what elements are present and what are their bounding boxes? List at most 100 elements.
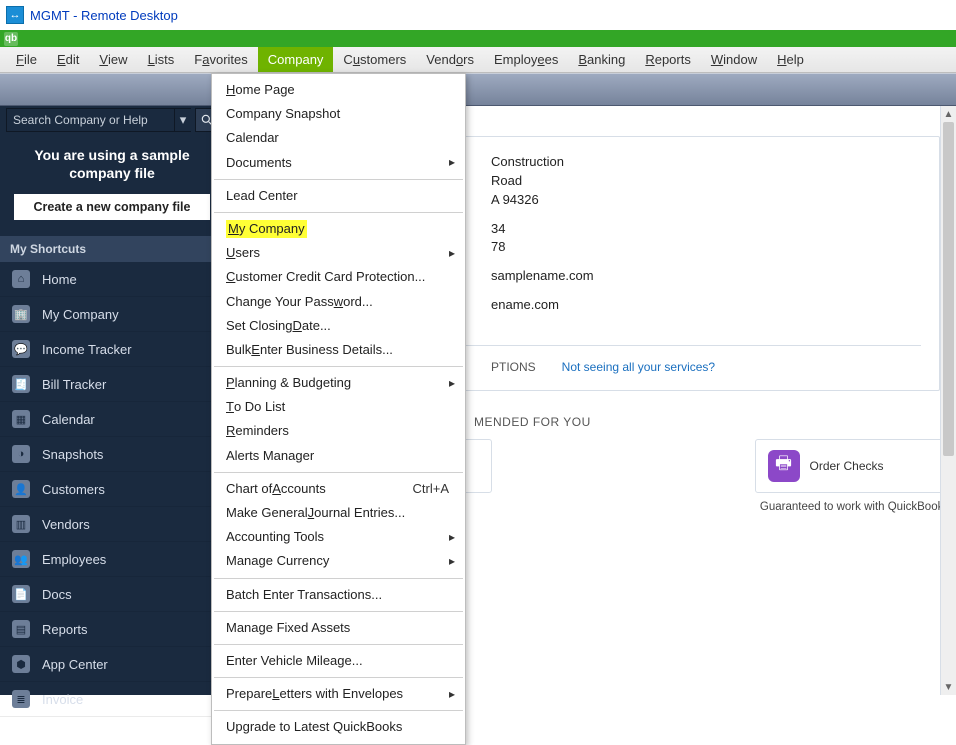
- green-app-bar: qb: [0, 30, 956, 47]
- company-line: 34: [491, 220, 921, 239]
- scroll-down-arrow[interactable]: ▼: [941, 679, 956, 695]
- menu-item-lead-center[interactable]: Lead Center: [212, 184, 465, 208]
- menu-help[interactable]: Help: [767, 47, 814, 72]
- sidebar-item-income-tracker[interactable]: 💬Income Tracker: [0, 332, 224, 367]
- services-link[interactable]: Not seeing all your services?: [562, 360, 715, 374]
- menu-favorites[interactable]: Favorites: [184, 47, 257, 72]
- menu-lists[interactable]: Lists: [138, 47, 185, 72]
- scroll-thumb[interactable]: [943, 122, 954, 456]
- company-line: samplename.com: [491, 267, 921, 286]
- sidebar-item-bill-tracker[interactable]: 🧾Bill Tracker: [0, 367, 224, 402]
- menu-separator: [214, 472, 463, 473]
- window-titlebar: ↔ MGMT - Remote Desktop: [0, 0, 956, 30]
- menu-item-calendar[interactable]: Calendar: [212, 126, 465, 150]
- sidebar-item-docs[interactable]: 📄Docs: [0, 577, 224, 612]
- menu-separator: [214, 212, 463, 213]
- sidebar-item-label: Docs: [42, 587, 72, 602]
- sidebar-item-employees[interactable]: 👥Employees: [0, 542, 224, 577]
- company-line: Construction: [491, 153, 921, 172]
- menu-item-change-your-password[interactable]: Change Your Password...: [212, 290, 465, 314]
- app-icon: ↔: [6, 6, 24, 24]
- recommended-title: MENDED FOR YOU: [474, 415, 956, 429]
- company-line: ename.com: [491, 296, 921, 315]
- company-line: Road: [491, 172, 921, 191]
- sidebar-item-vendors[interactable]: ▥Vendors: [0, 507, 224, 542]
- create-company-button[interactable]: Create a new company file: [14, 194, 210, 220]
- menu-item-set-closing-date[interactable]: Set Closing Date...: [212, 314, 465, 338]
- vertical-scrollbar[interactable]: ▲ ▼: [940, 106, 956, 695]
- services-options-text: PTIONS: [491, 360, 536, 374]
- sidebar-item-label: Calendar: [42, 412, 95, 427]
- menu-item-enter-vehicle-mileage[interactable]: Enter Vehicle Mileage...: [212, 649, 465, 673]
- sidebar-item-label: Snapshots: [42, 447, 103, 462]
- company-icon: 🏢: [12, 305, 30, 323]
- menu-separator: [214, 366, 463, 367]
- search-dropdown-toggle[interactable]: ▾: [175, 108, 191, 132]
- menu-item-batch-enter-transactions[interactable]: Batch Enter Transactions...: [212, 583, 465, 607]
- company-menu-dropdown: Home PageCompany SnapshotCalendarDocumen…: [211, 73, 466, 745]
- sidebar-item-app-center[interactable]: ⬢ App Center: [0, 647, 224, 682]
- sidebar-item-label: App Center: [42, 657, 108, 672]
- sidebar-nav: ⌂Home 🏢 My Company 💬Income Tracker🧾Bill Tra…: [0, 262, 224, 717]
- menu-edit[interactable]: Edit: [47, 47, 89, 72]
- menu-item-bulk-enter-business-details[interactable]: Bulk Enter Business Details...: [212, 338, 465, 362]
- menu-item-planning-budgeting[interactable]: Planning & Budgeting: [212, 371, 465, 395]
- sidebar-item-calendar[interactable]: ▦Calendar: [0, 402, 224, 437]
- menu-reports[interactable]: Reports: [635, 47, 701, 72]
- sidebar-item-label: My Company: [42, 307, 119, 322]
- menu-file[interactable]: File: [6, 47, 47, 72]
- reco-card-subtext: Guaranteed to work with QuickBooks: [760, 501, 949, 513]
- menu-item-home-page[interactable]: Home Page: [212, 78, 465, 102]
- menu-employees[interactable]: Employees: [484, 47, 568, 72]
- menu-item-upgrade-to-latest-quickbooks[interactable]: Upgrade to Latest QuickBooks: [212, 715, 465, 739]
- menu-shortcut: Ctrl+A: [413, 480, 449, 498]
- menu-item-my-company[interactable]: My Company: [212, 217, 465, 241]
- sidebar-item-label: Invoice: [42, 692, 83, 707]
- menu-view[interactable]: View: [89, 47, 137, 72]
- scroll-up-arrow[interactable]: ▲: [941, 106, 956, 122]
- reco-card-label: Order Checks: [810, 459, 884, 473]
- menu-item-company-snapshot[interactable]: Company Snapshot: [212, 102, 465, 126]
- menu-separator: [214, 578, 463, 579]
- menu-item-prepare-letters-with-envelopes[interactable]: Prepare Letters with Envelopes: [212, 682, 465, 706]
- menubar: FileEditViewListsFavoritesCompanyCustome…: [0, 47, 956, 73]
- menu-separator: [214, 710, 463, 711]
- menu-window[interactable]: Window: [701, 47, 767, 72]
- qb-logo-icon: qb: [4, 32, 18, 46]
- menu-separator: [214, 644, 463, 645]
- menu-item-reminders[interactable]: Reminders: [212, 419, 465, 443]
- menu-item-to-do-list[interactable]: To Do List: [212, 395, 465, 419]
- menu-vendors[interactable]: Vendors: [416, 47, 484, 72]
- menu-item-documents[interactable]: Documents: [212, 151, 465, 175]
- invoice-icon: ≣: [12, 690, 30, 708]
- sidebar-item-customers[interactable]: 👤Customers: [0, 472, 224, 507]
- reco-card-button[interactable]: 🖶 Order Checks: [755, 439, 955, 493]
- home-icon: ⌂: [12, 270, 30, 288]
- appcenter-icon: ⬢: [12, 655, 30, 673]
- menu-banking[interactable]: Banking: [568, 47, 635, 72]
- sidebar-item-reports[interactable]: ▤Reports: [0, 612, 224, 647]
- sidebar-item-home[interactable]: ⌂Home: [0, 262, 224, 297]
- search-input[interactable]: [6, 108, 175, 132]
- sidebar-item-invoice[interactable]: ≣ Invoice: [0, 682, 224, 717]
- menu-company[interactable]: Company: [258, 47, 334, 72]
- menu-item-users[interactable]: Users: [212, 241, 465, 265]
- sidebar-item-label: Customers: [42, 482, 105, 497]
- menu-separator: [214, 179, 463, 180]
- sidebar-item-label: Vendors: [42, 517, 90, 532]
- menu-item-alerts-manager[interactable]: Alerts Manager: [212, 444, 465, 468]
- menu-customers[interactable]: Customers: [333, 47, 416, 72]
- menu-item-accounting-tools[interactable]: Accounting Tools: [212, 525, 465, 549]
- sidebar-item-label: Reports: [42, 622, 88, 637]
- sidebar-item-snapshots[interactable]: ◑Snapshots: [0, 437, 224, 472]
- menu-item-manage-fixed-assets[interactable]: Manage Fixed Assets: [212, 616, 465, 640]
- menu-item-customer-credit-card-protection[interactable]: Customer Credit Card Protection...: [212, 265, 465, 289]
- menu-item-manage-currency[interactable]: Manage Currency: [212, 549, 465, 573]
- company-info-block: Construction Road A 94326 34 78 samplena…: [491, 153, 921, 315]
- sidebar-item-my-company[interactable]: 🏢 My Company: [0, 297, 224, 332]
- menu-separator: [214, 677, 463, 678]
- printer-icon: 🖶: [768, 450, 800, 482]
- menu-item-chart-of-accounts[interactable]: Chart of AccountsCtrl+A: [212, 477, 465, 501]
- window-title: MGMT - Remote Desktop: [30, 8, 178, 23]
- menu-item-make-general-journal-entries[interactable]: Make General Journal Entries...: [212, 501, 465, 525]
